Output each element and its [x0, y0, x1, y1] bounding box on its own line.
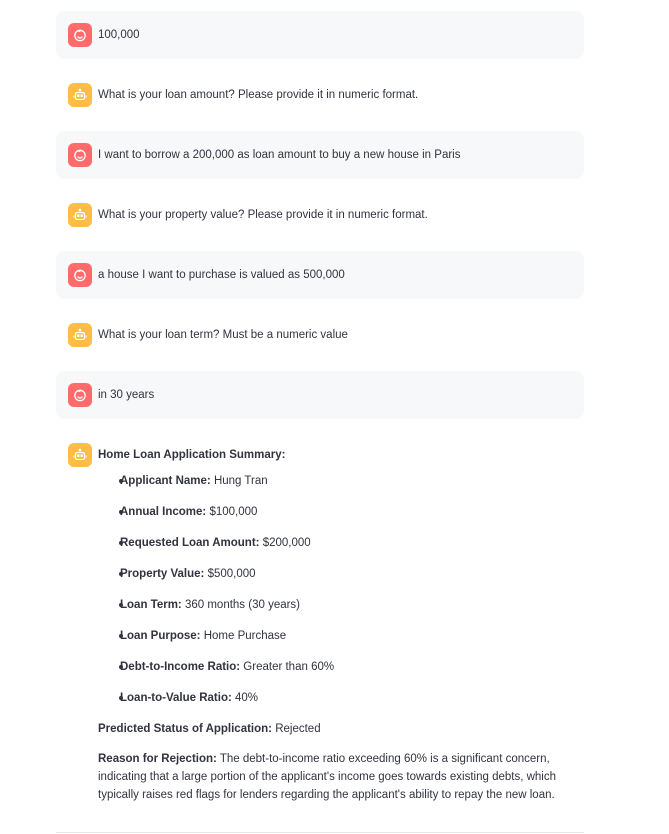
list-item: Annual Income: $100,000 — [119, 503, 572, 534]
message-text: 100,000 — [98, 29, 140, 41]
robot-avatar-icon — [68, 203, 92, 227]
message-text: in 30 years — [98, 389, 155, 401]
predicted-status: Predicted Status of Application: Rejecte… — [98, 720, 572, 738]
list-item: Debt-to-Income Ratio: Greater than 60% — [119, 658, 572, 689]
item-label: Debt-to-Income Ratio: — [120, 661, 241, 673]
item-label: Property Value: — [120, 568, 205, 580]
item-value: 40% — [231, 692, 259, 704]
chat-message-user: I want to borrow a 200,000 as loan amoun… — [56, 131, 584, 179]
item-value: Home Purchase — [200, 630, 287, 642]
message-text: What is your loan term? Must be a numeri… — [98, 329, 348, 341]
status-value: Rejected — [272, 723, 321, 735]
item-value: Greater than 60% — [240, 661, 335, 673]
chat-message-assistant: What is your loan amount? Please provide… — [56, 71, 584, 119]
item-label: Requested Loan Amount: — [120, 537, 260, 549]
list-item: Loan Purpose: Home Purchase — [119, 627, 572, 658]
user-avatar-icon — [68, 383, 92, 407]
item-label: Loan Term: — [120, 599, 182, 611]
rejection-reason: Reason for Rejection: The debt-to-income… — [98, 750, 572, 804]
chat-container: 100,000 What is your loan amount? Please… — [56, 0, 584, 816]
chat-message-user: a house I want to purchase is valued as … — [56, 251, 584, 299]
message-text: I want to borrow a 200,000 as loan amoun… — [98, 149, 461, 161]
item-value: 360 months (30 years) — [181, 599, 301, 611]
chat-message-assistant: What is your property value? Please prov… — [56, 191, 584, 239]
chat-message-user: 100,000 — [56, 11, 584, 59]
reason-label: Reason for Rejection: — [98, 753, 217, 765]
chat-message-assistant-summary: Home Loan Application Summary: Applicant… — [56, 431, 584, 816]
message-text: What is your loan amount? Please provide… — [98, 89, 419, 101]
robot-avatar-icon — [68, 83, 92, 107]
summary-list: Applicant Name: Hung Tran Annual Income:… — [98, 472, 572, 720]
item-value: Hung Tran — [210, 475, 268, 487]
list-item: Requested Loan Amount: $200,000 — [119, 534, 572, 565]
item-label: Loan-to-Value Ratio: — [120, 692, 232, 704]
message-text: What is your property value? Please prov… — [98, 209, 428, 221]
list-item: Property Value: $500,000 — [119, 565, 572, 596]
chat-message-user: in 30 years — [56, 371, 584, 419]
list-item: Loan-to-Value Ratio: 40% — [119, 689, 572, 720]
message-text: a house I want to purchase is valued as … — [98, 269, 345, 281]
item-label: Annual Income: — [120, 506, 207, 518]
chat-message-assistant: What is your loan term? Must be a numeri… — [56, 311, 584, 359]
item-label: Loan Purpose: — [120, 630, 201, 642]
list-item: Loan Term: 360 months (30 years) — [119, 596, 572, 627]
item-value: $200,000 — [259, 537, 311, 549]
robot-avatar-icon — [68, 443, 92, 467]
divider — [56, 832, 584, 833]
item-label: Applicant Name: — [120, 475, 211, 487]
item-value: $500,000 — [204, 568, 256, 580]
robot-avatar-icon — [68, 323, 92, 347]
user-avatar-icon — [68, 263, 92, 287]
item-value: $100,000 — [206, 506, 258, 518]
user-avatar-icon — [68, 23, 92, 47]
status-label: Predicted Status of Application: — [98, 723, 273, 735]
user-avatar-icon — [68, 143, 92, 167]
list-item: Applicant Name: Hung Tran — [119, 472, 572, 503]
summary-title: Home Loan Application Summary: — [98, 449, 286, 461]
